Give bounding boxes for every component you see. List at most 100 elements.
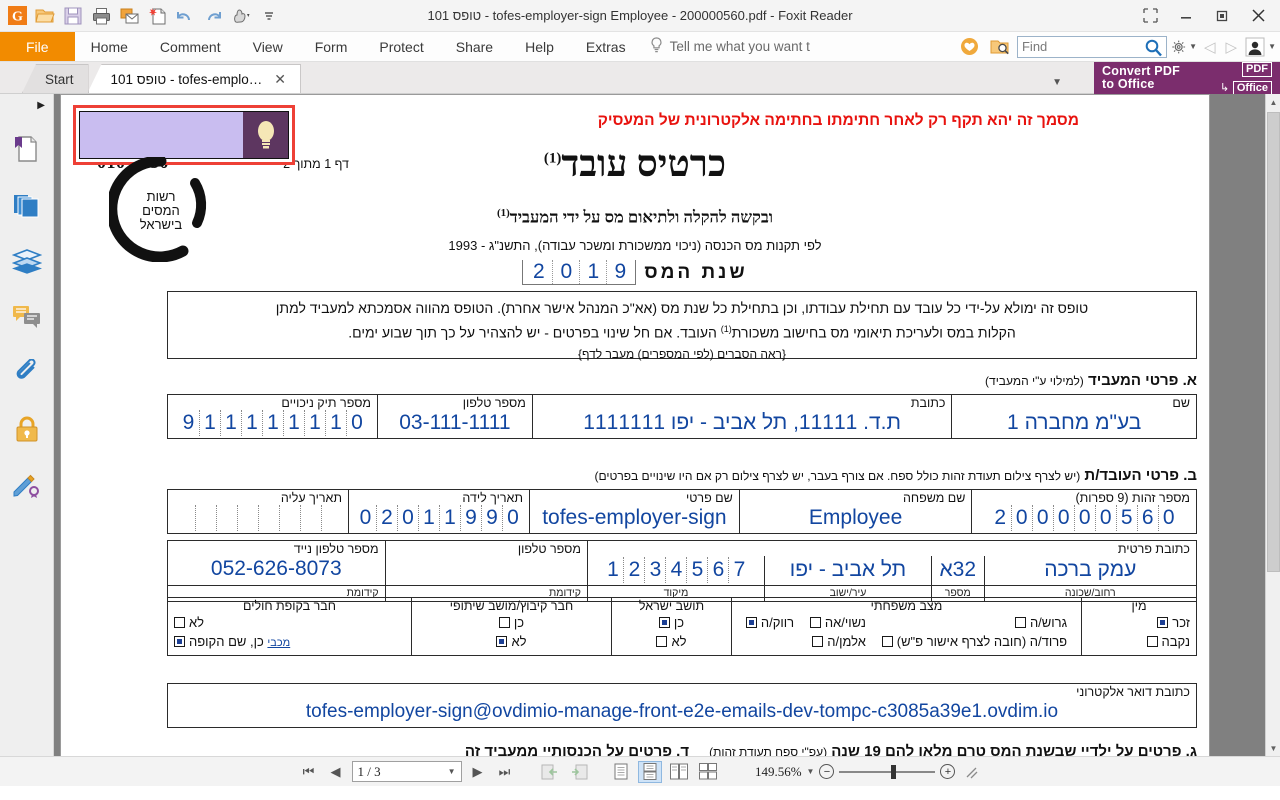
customize-toolbar-icon[interactable] (256, 3, 282, 29)
menu-protect[interactable]: Protect (363, 32, 439, 61)
employee-aliyadate-cell[interactable]: תאריך עליה 00 00 00 00 (166, 489, 350, 534)
zoom-dropdown-chevron-down-icon[interactable]: ▼ (807, 767, 815, 776)
previous-page-button[interactable]: ◀ (325, 761, 347, 783)
hmo-option-yes[interactable]: מכבי כן, שם הקופה (174, 632, 405, 653)
marital-status-cell[interactable]: מצב משפחתי גרוש/ה פרוד/ה (חובה לצרף אישו… (731, 597, 1082, 656)
last-page-button[interactable]: ⏭ (494, 761, 516, 783)
tab-close-icon[interactable]: ✕ (274, 71, 286, 88)
email-cell[interactable]: כתובת דואר אלקטרוני tofes-employer-sign@… (167, 683, 1197, 728)
account-avatar[interactable]: ▼ (1244, 37, 1276, 57)
zoom-out-button[interactable]: − (819, 764, 835, 779)
city-cell[interactable]: תל אביב - יפו (763, 556, 932, 586)
open-icon[interactable] (32, 3, 58, 29)
search-icon[interactable] (1144, 38, 1163, 60)
heart-icon[interactable] (957, 34, 983, 60)
field-hint-bulb-icon[interactable] (243, 112, 288, 158)
close-icon[interactable] (1240, 1, 1276, 31)
maximize-icon[interactable] (1204, 1, 1240, 31)
employee-firstname-cell[interactable]: שם פרטי tofes-employer-sign (529, 489, 740, 534)
menu-extras[interactable]: Extras (570, 32, 642, 61)
marital-married-checkbox[interactable] (809, 617, 821, 628)
marital-option-separated[interactable]: פרוד/ה (חובה לצרף אישור פ"ש) (881, 632, 1067, 651)
street-cell[interactable]: עמק ברכה (983, 556, 1198, 586)
menu-file[interactable]: File (0, 32, 75, 61)
comments-icon[interactable] (5, 289, 49, 345)
kibbutz-option-no[interactable]: לא (418, 632, 605, 651)
kibbutz-option-yes[interactable]: כן (418, 613, 605, 632)
zoom-slider[interactable] (839, 764, 936, 779)
restore-compact-icon[interactable] (1132, 1, 1168, 31)
security-lock-icon[interactable] (5, 401, 49, 457)
form-field-box[interactable] (79, 111, 289, 159)
resident-yes-checkbox[interactable] (658, 617, 670, 628)
house-number-cell[interactable]: 32א (930, 556, 985, 586)
gender-male-checkbox[interactable] (1157, 617, 1169, 628)
zoom-in-button[interactable]: + (940, 764, 956, 779)
menu-share[interactable]: Share (440, 32, 509, 61)
tab-start[interactable]: Start (22, 64, 89, 93)
search-folder-icon[interactable] (987, 34, 1013, 60)
employee-id-cell[interactable]: מספר זהות (9 ספרות) 2 0 0 0 0 0 5 6 0 (971, 489, 1197, 534)
marital-divorced-checkbox[interactable] (1014, 617, 1026, 628)
resize-grip-icon[interactable] (960, 761, 982, 783)
document-viewport[interactable]: מסמך זה יהא תקף רק לאחר חתימתו בחתימה אל… (54, 94, 1265, 756)
employee-mobile-cell[interactable]: מספר טלפון נייד 052-626-8073 (167, 540, 386, 586)
hmo-yes-checkbox[interactable] (174, 636, 185, 647)
attachments-icon[interactable] (5, 345, 49, 401)
convert-pdf-to-office-ad[interactable]: Convert PDF to Office PDF ↳ Office (1094, 62, 1280, 96)
new-blank-icon[interactable] (144, 3, 170, 29)
zoom-slider-knob[interactable] (891, 764, 897, 779)
employer-name-cell[interactable]: שם בע"מ מחברה 1 (951, 394, 1197, 439)
save-icon[interactable] (60, 3, 86, 29)
kibbutz-yes-checkbox[interactable] (498, 617, 510, 628)
menu-form[interactable]: Form (299, 32, 364, 61)
gender-cell[interactable]: מין זכר נקבה (1081, 597, 1197, 656)
tab-list-chevron-down-icon[interactable]: ▼ (1052, 77, 1062, 88)
marital-single-checkbox[interactable] (745, 617, 757, 628)
marital-separated-checkbox[interactable] (881, 636, 893, 647)
kibbutz-no-checkbox[interactable] (496, 636, 508, 647)
scroll-down-icon[interactable]: ▼ (1266, 740, 1280, 756)
first-page-button[interactable]: ⏮ (298, 761, 320, 783)
redo-icon[interactable] (200, 3, 226, 29)
continuous-facing-icon[interactable] (696, 761, 720, 783)
single-page-view-icon[interactable] (609, 761, 633, 783)
print-icon[interactable] (88, 3, 114, 29)
israel-resident-cell[interactable]: תושב ישראל כן לא (611, 597, 732, 656)
scrollbar-thumb[interactable] (1267, 112, 1280, 572)
hmo-name-value[interactable]: מכבי (267, 637, 290, 649)
chevron-down-icon[interactable]: ▼ (448, 767, 456, 776)
tell-me-search[interactable]: Tell me what you want t (642, 32, 818, 61)
settings-gear-icon[interactable]: ▼ (1171, 34, 1197, 60)
resident-option-no[interactable]: לא (618, 632, 725, 651)
marital-option-single[interactable]: רווק/ה (745, 613, 794, 632)
undo-icon[interactable] (172, 3, 198, 29)
menu-home[interactable]: Home (75, 32, 144, 61)
foxit-logo-icon[interactable]: G (4, 3, 30, 29)
menu-comment[interactable]: Comment (144, 32, 237, 61)
employer-address-cell[interactable]: כתובת ת.ד. 11111, תל אביב - יפו 1111111 (531, 394, 953, 439)
gender-option-female[interactable]: נקבה (1088, 632, 1190, 651)
marital-option-married[interactable]: נשוי/אה (809, 613, 866, 632)
layers-icon[interactable] (5, 233, 49, 289)
zip-cell[interactable]: 1 2 3 4 5 6 7 (586, 556, 765, 586)
gender-option-male[interactable]: זכר (1088, 613, 1190, 632)
employee-birthdate-cell[interactable]: תאריך לידה 0 2 0 1 1 9 9 0 (348, 489, 531, 534)
marital-widowed-checkbox[interactable] (812, 636, 824, 647)
find-input[interactable]: Find (1016, 35, 1167, 60)
next-page-button[interactable]: ▶ (467, 761, 489, 783)
vertical-scrollbar[interactable]: ▲ ▼ (1265, 94, 1280, 756)
hmo-member-cell[interactable]: חבר בקופת חולים לא מכבי כן, שם הקופה (167, 597, 412, 656)
page-number-input[interactable]: 1 / 3 ▼ (351, 761, 462, 782)
email-icon[interactable] (116, 3, 142, 29)
marital-option-widowed[interactable]: אלמן/ה (810, 632, 866, 651)
forward-arrow-icon[interactable]: ▷ (1223, 38, 1241, 56)
marital-option-divorced[interactable]: גרוש/ה (882, 613, 1067, 632)
resident-no-checkbox[interactable] (656, 636, 668, 647)
highlighted-form-field[interactable] (73, 105, 295, 165)
digital-signature-icon[interactable] (5, 457, 49, 513)
gender-female-checkbox[interactable] (1146, 636, 1158, 647)
resident-option-yes[interactable]: כן (618, 613, 725, 632)
employer-file-number-cell[interactable]: מספר תיק ניכויים 9 1 1 1 1 1 1 1 0 (167, 394, 378, 439)
hmo-no-checkbox[interactable] (174, 617, 185, 628)
